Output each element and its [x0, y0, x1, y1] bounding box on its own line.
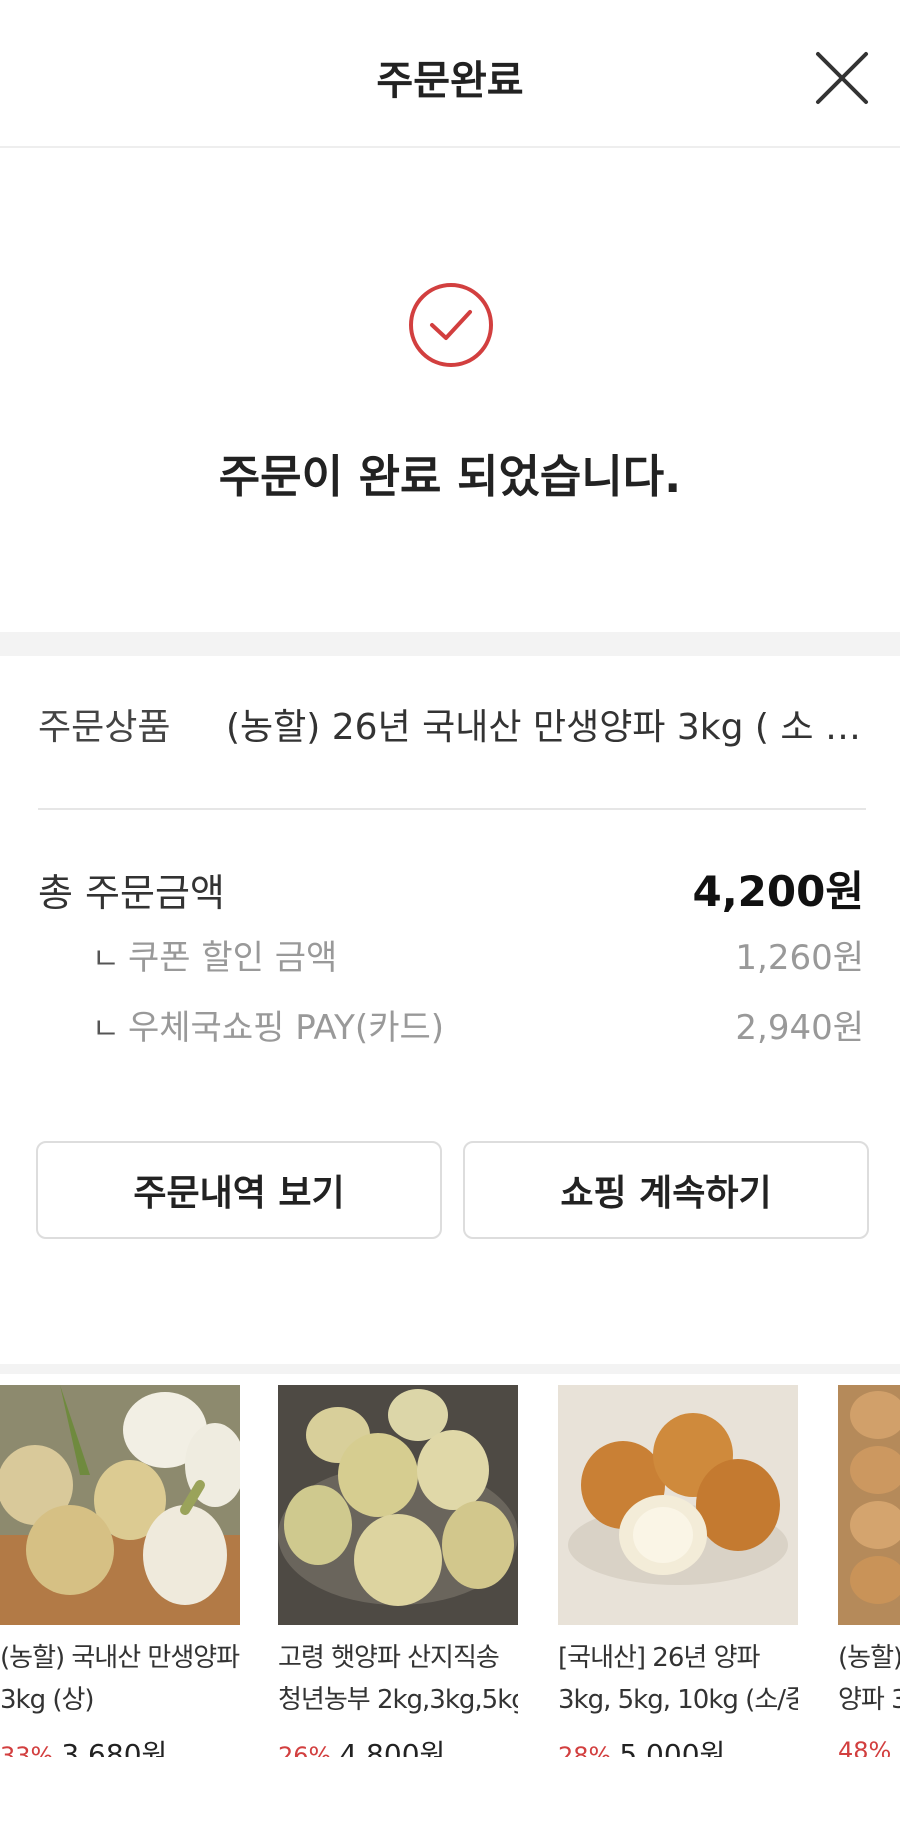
product-price: 33% 3,680원 — [0, 1733, 167, 1757]
header-bar: 주문완료 — [0, 0, 900, 148]
view-order-history-button[interactable]: 주문내역 보기 — [36, 1141, 442, 1239]
sale-price: 5,000원 — [619, 1738, 726, 1757]
product-price: 28% 5,000원 — [558, 1733, 725, 1757]
order-complete-message: 주문이 완료 되었습니다. — [218, 450, 682, 503]
coupon-discount-row: ㄴ 쿠폰 할인 금액 1,260원 — [92, 930, 864, 980]
sale-price: 3,680원 — [61, 1738, 168, 1757]
product-name[interactable]: (농할) 양파 3 — [838, 1637, 900, 1721]
payment-method-value: 2,940원 — [735, 1008, 864, 1048]
order-product-name: (농할) 26년 국내산 만생양파 3kg ( 소 … — [226, 707, 861, 748]
coupon-discount-label: 쿠폰 할인 금액 — [128, 938, 338, 978]
product-image-onion-board[interactable] — [0, 1385, 240, 1625]
coupon-discount-value: 1,260원 — [735, 938, 864, 978]
page-title: 주문완료 — [376, 58, 524, 104]
product-image-onion-box[interactable] — [838, 1385, 900, 1625]
order-product-label: 주문상품 — [38, 707, 171, 748]
sub-item-mark: ㄴ — [92, 942, 120, 977]
sale-price: 4,800원 — [339, 1738, 446, 1757]
order-product-row: 주문상품 (농할) 26년 국내산 만생양파 3kg ( 소 … — [38, 690, 866, 750]
discount-rate: 48% — [838, 1737, 892, 1757]
section-divider — [0, 632, 900, 656]
total-amount-label: 총 주문금액 — [38, 871, 225, 915]
close-button[interactable] — [810, 46, 874, 110]
product-name[interactable]: [국내산] 26년 양파 3kg, 5kg, 10kg (소/중 — [558, 1637, 798, 1721]
discount-rate: 28% — [558, 1742, 612, 1757]
close-icon — [816, 52, 868, 104]
product-card[interactable]: (농할) 양파 3 48% — [838, 1385, 900, 1757]
payment-method-label: 우체국쇼핑 PAY(카드) — [128, 1008, 445, 1048]
product-name[interactable]: (농할) 국내산 만생양파 3kg (상) — [0, 1637, 240, 1721]
recommended-products-carousel[interactable]: (농할) 국내산 만생양파 3kg (상) 33% 3,680원 고령 햇양파 산… — [0, 1385, 900, 1757]
row-divider — [38, 808, 866, 810]
product-image-onion-dish[interactable] — [558, 1385, 798, 1625]
continue-shopping-button[interactable]: 쇼핑 계속하기 — [463, 1141, 869, 1239]
order-complete-section: 주문이 완료 되었습니다. — [0, 148, 900, 633]
discount-rate: 33% — [0, 1742, 54, 1757]
product-image-onion-plate[interactable] — [278, 1385, 518, 1625]
product-price: 26% 4,800원 — [278, 1733, 445, 1757]
product-card[interactable]: [국내산] 26년 양파 3kg, 5kg, 10kg (소/중 28% 5,00… — [558, 1385, 798, 1757]
payment-method-row: ㄴ 우체국쇼핑 PAY(카드) 2,940원 — [92, 1000, 864, 1050]
check-circle-icon — [409, 283, 493, 367]
product-card[interactable]: (농할) 국내산 만생양파 3kg (상) 33% 3,680원 — [0, 1385, 240, 1757]
sub-item-mark: ㄴ — [92, 1012, 120, 1047]
product-price: 48% — [838, 1733, 899, 1757]
discount-rate: 26% — [278, 1742, 332, 1757]
product-name[interactable]: 고령 햇양파 산지직송 청년농부 2kg,3kg,5kg — [278, 1637, 518, 1721]
product-card[interactable]: 고령 햇양파 산지직송 청년농부 2kg,3kg,5kg 26% 4,800원 — [278, 1385, 518, 1757]
section-divider — [0, 1364, 900, 1374]
total-amount-value: 4,200원 — [692, 867, 865, 916]
